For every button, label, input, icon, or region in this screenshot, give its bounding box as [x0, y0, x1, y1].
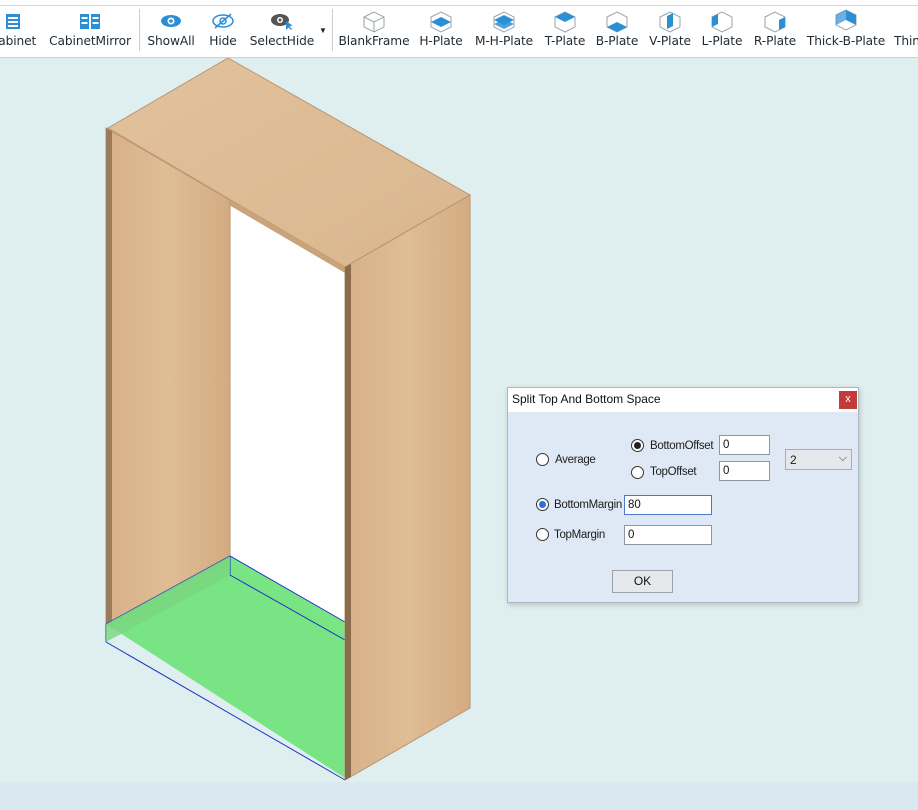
cabinet-left-panel-edge: [106, 128, 112, 628]
v-plate-button[interactable]: V-Plate: [647, 8, 693, 54]
top-margin-label: TopMargin: [554, 529, 605, 541]
select-hide-button-label: SelectHide: [249, 34, 315, 48]
close-button[interactable]: x: [839, 391, 857, 409]
cabinet-button-label: Cabinet: [0, 34, 37, 48]
toolbar-separator: [139, 9, 140, 51]
l-plate-button[interactable]: L-Plate: [700, 8, 744, 54]
cabinet-right-panel-edge: [345, 264, 351, 780]
select-hide-button[interactable]: SelectHide: [249, 8, 315, 54]
top-margin-radio[interactable]: [536, 528, 549, 541]
toolbar-top-border: [0, 5, 918, 6]
hide-button-label: Hide: [209, 34, 237, 48]
bottom-offset-label: BottomOffset: [650, 440, 714, 452]
h-plate-button-label: H-Plate: [419, 34, 463, 48]
m-h-plate-button[interactable]: M-H-Plate: [471, 8, 537, 54]
b-plate-button-label: B-Plate: [595, 34, 639, 48]
average-label: Average: [555, 454, 596, 466]
hide-button[interactable]: Hide: [204, 8, 242, 54]
r-plate-icon: [762, 8, 788, 34]
cabinet-left-panel[interactable]: [105, 127, 231, 625]
blank-frame-button-label: BlankFrame: [338, 34, 410, 48]
bottom-margin-label: BottomMargin: [554, 499, 622, 511]
show-all-button-label: ShowAll: [147, 34, 195, 48]
thin-plate-button[interactable]: Thin: [894, 8, 918, 54]
dialog-titlebar[interactable]: Split Top And Bottom Space x: [508, 388, 858, 412]
cabinet-mirror-icon: [78, 8, 102, 34]
eye-icon: [159, 8, 183, 34]
cabinet-right-panel[interactable]: [344, 194, 471, 781]
top-margin-input[interactable]: 0: [624, 525, 712, 545]
ok-button[interactable]: OK: [612, 570, 673, 593]
bottom-offset-radio[interactable]: [631, 439, 644, 452]
dialog-title: Split Top And Bottom Space: [512, 392, 661, 406]
blank-frame-icon: [361, 8, 387, 34]
b-plate-icon: [604, 8, 630, 34]
cabinet-button[interactable]: Cabinet: [0, 8, 39, 54]
v-plate-icon: [657, 8, 683, 34]
thick-b-plate-icon: [833, 8, 859, 34]
top-offset-radio[interactable]: [631, 466, 644, 479]
eye-select-icon: [269, 8, 295, 34]
m-h-plate-button-label: M-H-Plate: [474, 34, 534, 48]
chevron-down-icon: ⌵: [838, 452, 847, 464]
bottom-margin-input[interactable]: 80: [624, 495, 712, 515]
thick-b-plate-button[interactable]: Thick-B-Plate: [804, 8, 888, 54]
cabinet-icon: [3, 8, 23, 34]
thick-b-plate-button-label: Thick-B-Plate: [806, 34, 886, 48]
t-plate-icon: [552, 8, 578, 34]
close-icon: x: [845, 393, 851, 405]
bottom-margin-radio[interactable]: [536, 498, 549, 511]
l-plate-icon: [709, 8, 735, 34]
show-all-button[interactable]: ShowAll: [145, 8, 197, 54]
split-space-dialog: Split Top And Bottom Space x Average Bot…: [507, 387, 859, 603]
split-count-value: 2: [790, 453, 797, 467]
status-bar: [0, 782, 918, 810]
bottom-offset-input[interactable]: 0: [719, 435, 770, 455]
cabinet-mirror-button-label: CabinetMirror: [49, 34, 131, 48]
split-count-select[interactable]: 2 ⌵: [785, 449, 852, 470]
select-hide-dropdown-icon[interactable]: ▼: [319, 26, 327, 35]
h-plate-button[interactable]: H-Plate: [417, 8, 465, 54]
t-plate-button[interactable]: T-Plate: [542, 8, 588, 54]
h-plate-icon: [428, 8, 454, 34]
eye-slash-icon: [211, 8, 235, 34]
toolbar: Cabinet CabinetMirror ShowAll Hide Selec…: [0, 0, 918, 58]
dialog-body: Average BottomOffset 0 TopOffset 0 2 ⌵ B…: [508, 412, 858, 602]
l-plate-button-label: L-Plate: [701, 34, 743, 48]
v-plate-button-label: V-Plate: [649, 34, 691, 48]
blank-frame-button[interactable]: BlankFrame: [338, 8, 410, 54]
r-plate-button[interactable]: R-Plate: [751, 8, 799, 54]
top-offset-label: TopOffset: [650, 466, 697, 478]
thin-plate-button-label: Thin: [894, 34, 918, 48]
t-plate-button-label: T-Plate: [544, 34, 586, 48]
top-offset-input[interactable]: 0: [719, 461, 770, 481]
toolbar-separator: [332, 9, 333, 51]
r-plate-button-label: R-Plate: [753, 34, 797, 48]
average-radio[interactable]: [536, 453, 549, 466]
m-h-plate-icon: [491, 8, 517, 34]
cabinet-mirror-button[interactable]: CabinetMirror: [46, 8, 134, 54]
b-plate-button[interactable]: B-Plate: [594, 8, 640, 54]
